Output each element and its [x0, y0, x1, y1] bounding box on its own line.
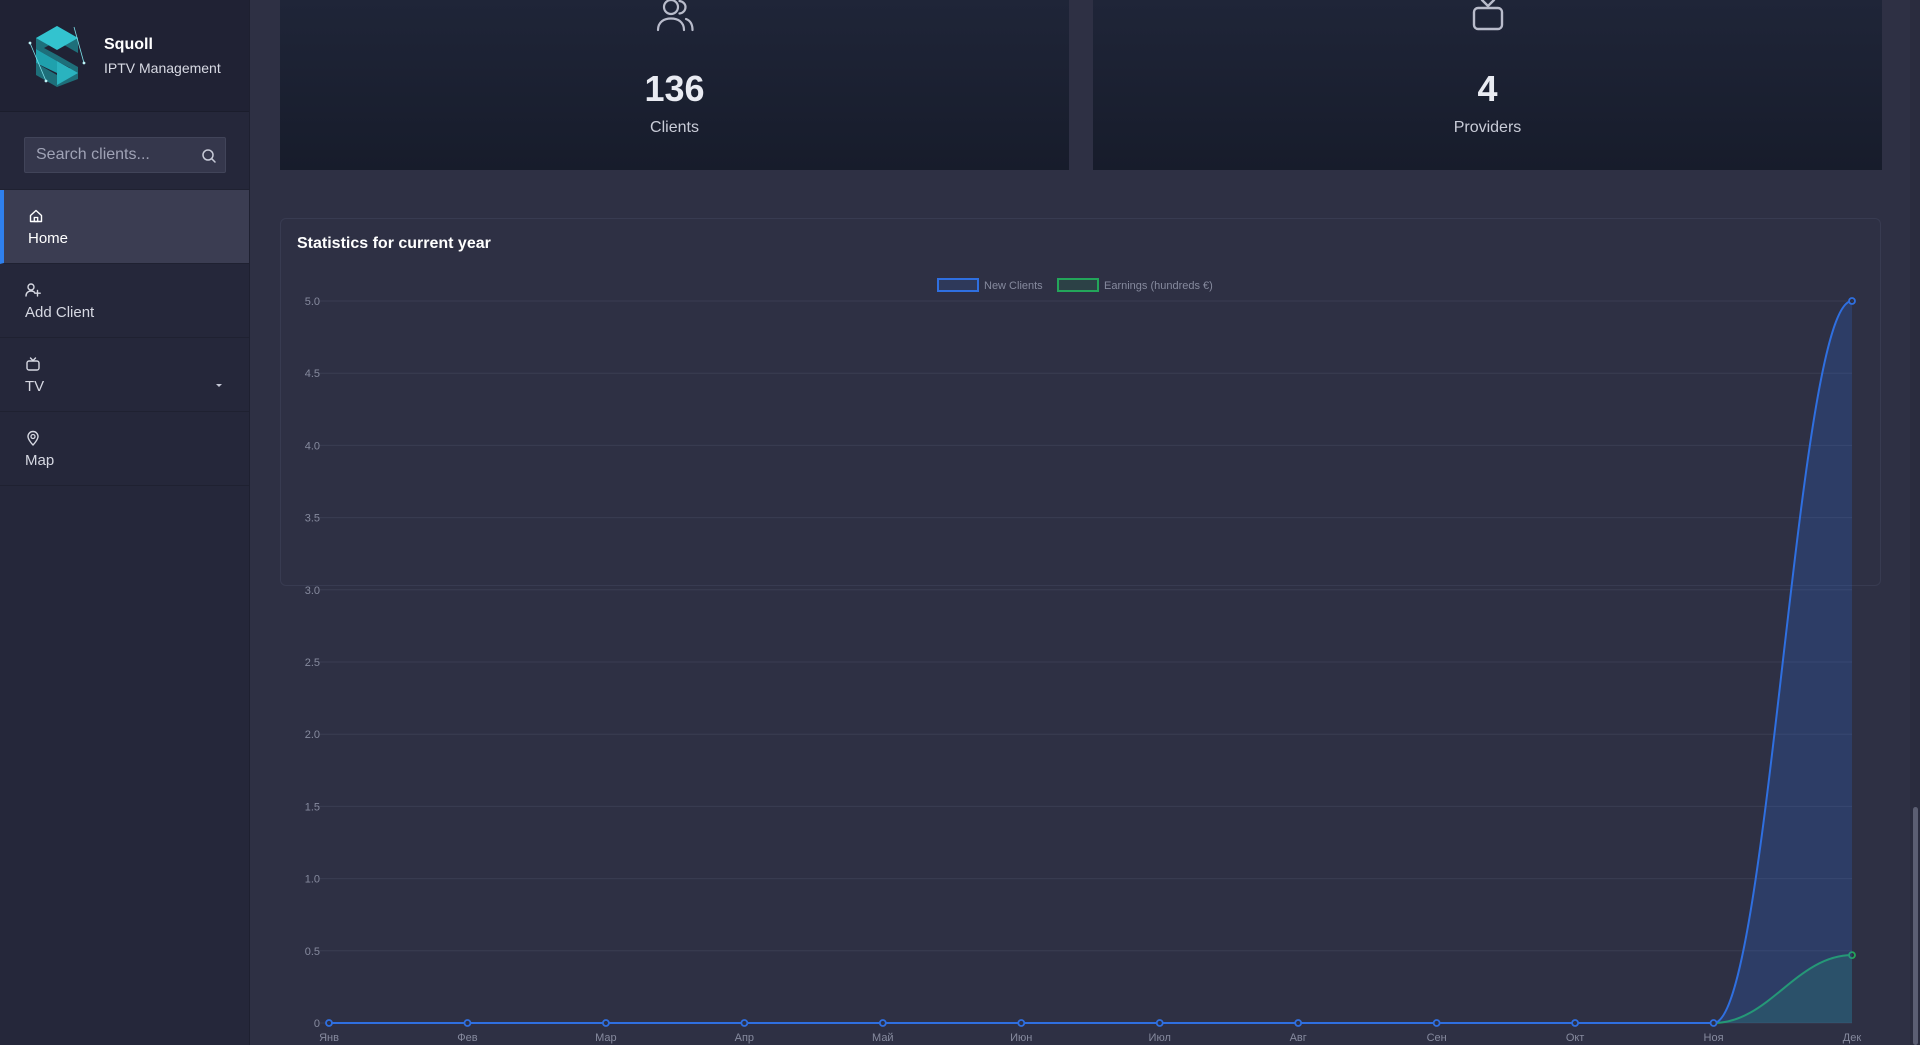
page-scrollbar[interactable]: [1910, 0, 1920, 1045]
sidebar-item-add-client[interactable]: Add Client: [0, 264, 249, 338]
search-icon[interactable]: [201, 148, 217, 164]
x-tick-label: Июн: [1010, 1032, 1032, 1044]
x-tick-label: Май: [872, 1032, 894, 1044]
series-area-earnings: [329, 955, 1852, 1023]
x-tick-label: Ноя: [1704, 1032, 1724, 1044]
sidebar-item-label: TV: [25, 378, 45, 395]
y-tick-label: 1.0: [305, 874, 320, 886]
providers-label: Providers: [1453, 119, 1522, 136]
sidebar-item-label: Add Client: [25, 304, 95, 321]
sidebar-item-home[interactable]: Home: [0, 190, 249, 264]
clients-label: Clients: [650, 119, 699, 136]
legend-label: New Clients: [984, 280, 1043, 292]
legend-swatch: [1057, 278, 1099, 292]
x-tick-label: Мар: [595, 1032, 617, 1044]
y-tick-label: 2.0: [305, 729, 320, 741]
x-tick-label: Янв: [319, 1032, 339, 1044]
data-point: [1294, 1019, 1303, 1027]
data-point: [1155, 1019, 1164, 1027]
y-tick-label: 4.0: [305, 440, 320, 452]
legend-label: Earnings (hundreds €): [1104, 280, 1213, 292]
tv-icon: [26, 357, 40, 371]
data-point: [878, 1019, 887, 1027]
y-tick-label: 0.5: [305, 946, 320, 958]
data-point: [740, 1019, 749, 1027]
x-tick-label: Июл: [1149, 1032, 1171, 1044]
map-pin-icon: [27, 430, 39, 446]
data-point: [1709, 1019, 1718, 1027]
providers-count: 4: [1477, 68, 1498, 109]
home-icon: [29, 209, 43, 223]
brand-subtitle: IPTV Management: [104, 59, 221, 76]
search-box: [24, 137, 226, 173]
data-point: [463, 1019, 472, 1027]
add-user-icon: [25, 283, 41, 297]
y-tick-label: 3.5: [305, 513, 320, 525]
scrollbar-thumb[interactable]: [1913, 807, 1918, 1045]
data-point: [325, 1019, 333, 1027]
x-tick-label: Окт: [1566, 1032, 1585, 1044]
providers-card[interactable]: 4 Providers: [1093, 0, 1882, 170]
y-tick-label: 5.0: [305, 296, 320, 308]
series-line-earnings: [328, 954, 1853, 1024]
x-tick-label: Апр: [735, 1032, 754, 1044]
squoll-logo-icon: [28, 25, 86, 87]
data-point: [602, 1019, 610, 1027]
statistics-chart: 0 0.5 1.0 1.5 2.0 2.5 3.0 3.5 4.0 4.5 5.0 Янв Фев Мар…: [305, 278, 1862, 1044]
search-input[interactable]: [25, 138, 225, 172]
brand[interactable]: Squoll IPTV Management: [0, 0, 249, 112]
y-tick-label: 0: [314, 1018, 320, 1030]
sidebar-item-map[interactable]: Map: [0, 412, 249, 486]
data-point: [1571, 1019, 1579, 1027]
legend-swatch: [937, 278, 979, 292]
x-tick-label: Авг: [1290, 1032, 1307, 1044]
sidebar-item-label: Map: [25, 452, 55, 469]
y-tick-label: 1.5: [305, 801, 320, 813]
data-point: [1848, 297, 1856, 305]
y-tick-label: 3.0: [305, 585, 320, 597]
chevron-down-icon[interactable]: [216, 384, 222, 387]
y-tick-label: 4.5: [305, 368, 320, 380]
sidebar-item-label: Home: [28, 230, 69, 247]
y-tick-label: 2.5: [305, 657, 320, 669]
tv-icon: [1472, 0, 1503, 31]
sidebar-item-tv[interactable]: TV: [0, 338, 249, 412]
clients-count: 136: [644, 68, 705, 109]
x-tick-label: Фев: [457, 1032, 477, 1044]
users-icon: [656, 0, 694, 32]
x-tick-label: Дек: [1843, 1032, 1862, 1044]
brand-name: Squoll: [104, 35, 153, 53]
data-point: [1017, 1019, 1026, 1027]
data-point: [1432, 1019, 1441, 1027]
clients-card[interactable]: 136 Clients: [280, 0, 1069, 170]
statistics-title: Statistics for current year: [297, 235, 491, 252]
x-tick-label: Сен: [1427, 1032, 1447, 1044]
sidebar: Squoll IPTV Management Home Add Client: [0, 0, 250, 1045]
